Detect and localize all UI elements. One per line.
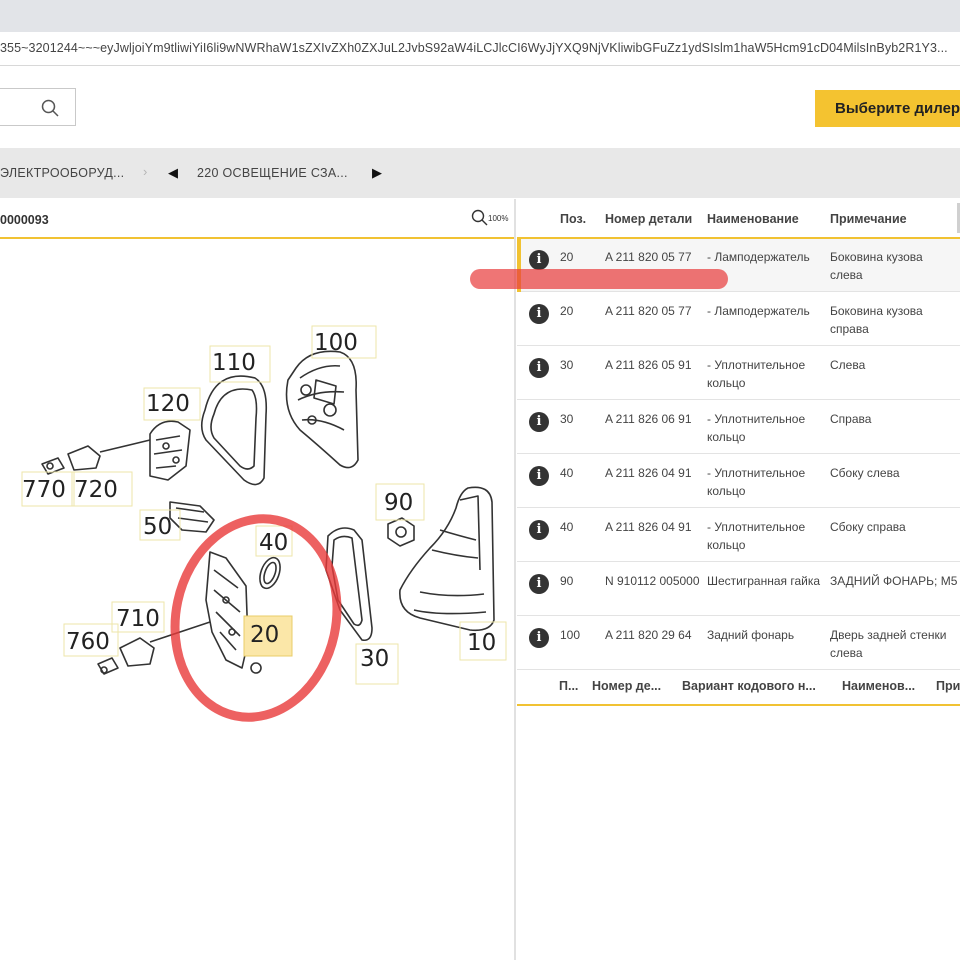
- callout-10[interactable]: 10: [467, 630, 496, 656]
- row-name: - Ламподержатель: [707, 304, 810, 318]
- code-column-pos[interactable]: П...: [559, 679, 578, 693]
- callout-30[interactable]: 30: [360, 646, 389, 672]
- info-icon[interactable]: i: [529, 412, 549, 432]
- row-pos: 100: [560, 628, 581, 642]
- row-name: - Уплотнительное кольцо: [707, 412, 806, 444]
- row-pos: 90: [560, 574, 574, 588]
- column-name[interactable]: Наименование: [707, 212, 799, 226]
- row-note: Сбоку справа: [830, 520, 906, 534]
- callout-720[interactable]: 720: [74, 477, 118, 503]
- part-50-drawing[interactable]: [169, 501, 215, 533]
- panel-divider[interactable]: [514, 199, 516, 960]
- part-10-drawing[interactable]: [399, 486, 495, 632]
- row-name: - Уплотнительное кольцо: [707, 520, 806, 552]
- row-pos: 20: [560, 304, 574, 318]
- select-dealer-button[interactable]: Выберите дилер: [815, 90, 960, 127]
- zoom-level[interactable]: 100%: [488, 214, 508, 223]
- search-input[interactable]: [0, 88, 76, 126]
- row-note: ЗАДНИЙ ФОНАРЬ; M5: [830, 574, 958, 588]
- info-icon[interactable]: i: [529, 304, 549, 324]
- code-column-note[interactable]: При: [936, 679, 960, 693]
- row-part-number: A 211 820 05 77: [605, 304, 692, 318]
- part-120-drawing[interactable]: [99, 420, 191, 481]
- zoom-icon[interactable]: [471, 209, 489, 227]
- info-icon[interactable]: i: [529, 628, 549, 648]
- row-note: Боковина кузова слева: [830, 250, 923, 282]
- row-pos: 40: [560, 466, 574, 480]
- row-part-number: A 211 820 05 77: [605, 250, 692, 264]
- part-720-drawing[interactable]: [41, 445, 101, 475]
- row-part-number: A 211 826 05 91: [605, 358, 692, 372]
- part-90-drawing[interactable]: [387, 517, 415, 547]
- row-name: Задний фонарь: [707, 628, 795, 642]
- part-100-drawing[interactable]: [285, 350, 359, 469]
- table-row[interactable]: i 40 A 211 826 04 91 - Уплотнительное ко…: [517, 455, 960, 508]
- callout-50[interactable]: 50: [143, 514, 172, 540]
- row-name: - Уплотнительное кольцо: [707, 358, 806, 390]
- code-variant-table-header: П... Номер де... Вариант кодового н... Н…: [517, 666, 960, 706]
- info-icon[interactable]: i: [529, 466, 549, 486]
- diagram-header: 0000093 100%: [0, 199, 515, 239]
- row-note: Дверь задней стенки слева: [830, 628, 947, 660]
- callout-90[interactable]: 90: [384, 490, 413, 516]
- table-row[interactable]: i 30 A 211 826 06 91 - Уплотнительное ко…: [517, 401, 960, 454]
- row-note: Справа: [830, 412, 872, 426]
- callout-120[interactable]: 120: [146, 391, 190, 417]
- row-part-number: A 211 820 29 64: [605, 628, 692, 642]
- table-row[interactable]: i 100 A 211 820 29 64 Задний фонарь Двер…: [517, 617, 960, 670]
- code-column-variant[interactable]: Вариант кодового н...: [682, 679, 816, 693]
- callout-760[interactable]: 760: [66, 629, 110, 655]
- row-name: - Уплотнительное кольцо: [707, 466, 806, 498]
- row-note: Сбоку слева: [830, 466, 900, 480]
- row-note: Боковина кузова справа: [830, 304, 923, 336]
- row-part-number: N 910112 005000: [605, 574, 700, 588]
- breadcrumb: ЭЛЕКТРООБОРУД... › ◀ 220 ОСВЕЩЕНИЕ СЗА..…: [0, 148, 960, 198]
- callout-110[interactable]: 110: [212, 350, 256, 376]
- column-note[interactable]: Примечание: [830, 212, 907, 226]
- address-url[interactable]: 355~3201244~~~eyJwljoiYm9tliwiYiI6li9wNW…: [0, 41, 958, 55]
- info-icon[interactable]: i: [529, 520, 549, 540]
- code-column-number[interactable]: Номер де...: [592, 679, 661, 693]
- callout-20[interactable]: 20: [250, 622, 279, 648]
- callout-710[interactable]: 710: [116, 606, 160, 632]
- callout-40[interactable]: 40: [259, 530, 288, 556]
- column-part-number[interactable]: Номер детали: [605, 212, 692, 226]
- row-pos: 20: [560, 250, 574, 264]
- row-name: Шестигранная гайка: [707, 574, 821, 588]
- table-row[interactable]: i 40 A 211 826 04 91 - Уплотнительное ко…: [517, 509, 960, 562]
- breadcrumb-separator: ›: [143, 164, 148, 179]
- info-icon[interactable]: i: [529, 574, 549, 594]
- row-part-number: A 211 826 04 91: [605, 520, 692, 534]
- row-pos: 30: [560, 412, 574, 426]
- code-column-name[interactable]: Наименов...: [842, 679, 915, 693]
- part-110-drawing[interactable]: [200, 375, 268, 486]
- diagram-id: 0000093: [0, 213, 49, 227]
- browser-tab-strip: [0, 0, 960, 32]
- row-part-number: A 211 826 04 91: [605, 466, 692, 480]
- parts-diagram[interactable]: 100 110 120 770 720 90 50 40 710 760 20 …: [0, 240, 514, 960]
- callout-100[interactable]: 100: [314, 330, 358, 356]
- address-bar[interactable]: 355~3201244~~~eyJwljoiYm9tliwiYiI6li9wNW…: [0, 32, 960, 66]
- part-40-drawing[interactable]: [256, 555, 284, 591]
- search-icon[interactable]: [41, 99, 59, 117]
- row-name: - Ламподержатель: [707, 250, 810, 264]
- breadcrumb-subgroup[interactable]: 220 ОСВЕЩЕНИЕ СЗА...: [197, 166, 348, 180]
- table-row[interactable]: i 30 A 211 826 05 91 - Уплотнительное ко…: [517, 347, 960, 400]
- info-icon[interactable]: i: [529, 358, 549, 378]
- table-row[interactable]: i 20 A 211 820 05 77 - Ламподержатель Бо…: [517, 293, 960, 346]
- callout-770[interactable]: 770: [22, 477, 66, 503]
- previous-subgroup-button[interactable]: ◀: [168, 165, 178, 181]
- annotation-underline: [470, 269, 728, 289]
- row-pos: 30: [560, 358, 574, 372]
- parts-panel: Поз. Номер детали Наименование Примечани…: [517, 199, 960, 960]
- row-note: Слева: [830, 358, 866, 372]
- table-row[interactable]: i 90 N 910112 005000 Шестигранная гайка …: [517, 563, 960, 616]
- row-pos: 40: [560, 520, 574, 534]
- next-subgroup-button[interactable]: ▶: [372, 165, 382, 181]
- column-pos[interactable]: Поз.: [560, 212, 586, 226]
- breadcrumb-group[interactable]: ЭЛЕКТРООБОРУД...: [0, 166, 124, 180]
- row-part-number: A 211 826 06 91: [605, 412, 692, 426]
- info-icon[interactable]: i: [529, 250, 549, 270]
